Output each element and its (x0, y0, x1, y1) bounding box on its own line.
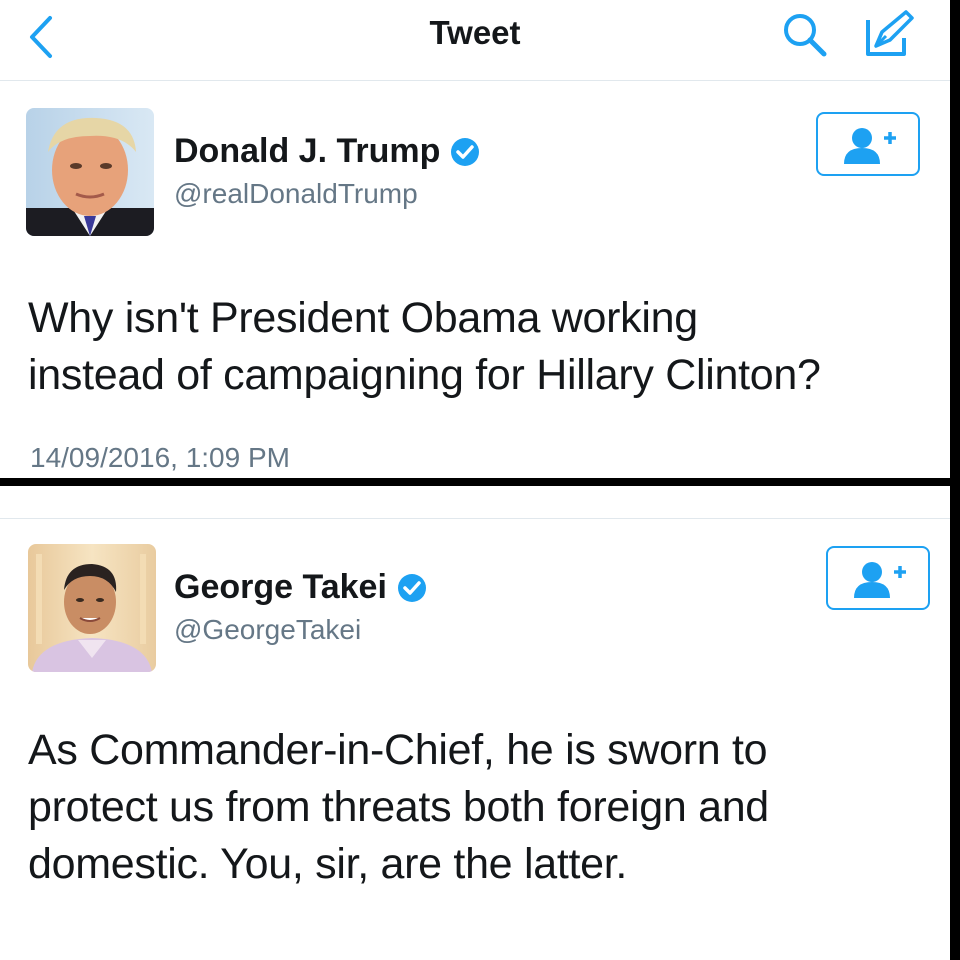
tweet-text: As Commander-in-Chief, he is sworn to pr… (28, 722, 769, 893)
avatar-trump-image (26, 108, 154, 236)
author-name[interactable]: Donald J. Trump (174, 132, 440, 171)
divider (0, 518, 950, 519)
nav-bar: Tweet (0, 0, 950, 81)
search-icon (784, 14, 827, 57)
tweet-text-line: instead of campaigning for Hillary Clint… (28, 351, 821, 399)
verified-badge-icon (451, 137, 480, 166)
tweet-text-line: domestic. You, sir, are the latter. (28, 840, 628, 888)
author-name[interactable]: George Takei (174, 568, 387, 607)
follow-user-icon (844, 128, 896, 164)
follow-user-icon (854, 562, 906, 598)
follow-button[interactable] (826, 546, 930, 610)
tweet-text: Why isn't President Obama working instea… (28, 290, 821, 404)
author-handle[interactable]: @GeorgeTakei (174, 614, 361, 646)
avatar-takei-image (28, 544, 156, 672)
tweet-timestamp[interactable]: 14/09/2016, 1:09 PM (30, 442, 290, 474)
search-button[interactable] (780, 10, 830, 60)
follow-button[interactable] (816, 112, 920, 176)
author-name-row: George Takei (174, 568, 427, 607)
compose-button[interactable] (858, 8, 918, 60)
avatar-trump[interactable] (26, 108, 154, 236)
tweet-text-line: Why isn't President Obama working (28, 294, 698, 342)
tweet-card-trump: Tweet Donald J. Trump @realDonaldTrump W… (0, 0, 950, 478)
compose-icon (866, 10, 914, 56)
avatar-takei[interactable] (28, 544, 156, 672)
tweet-text-line: As Commander-in-Chief, he is sworn to (28, 726, 768, 774)
verified-badge-icon (397, 573, 426, 602)
tweet-card-takei: George Takei @GeorgeTakei As Commander-i… (0, 486, 950, 960)
author-name-row: Donald J. Trump (174, 132, 480, 171)
author-handle[interactable]: @realDonaldTrump (174, 178, 418, 210)
tweet-text-line: protect us from threats both foreign and (28, 783, 769, 831)
